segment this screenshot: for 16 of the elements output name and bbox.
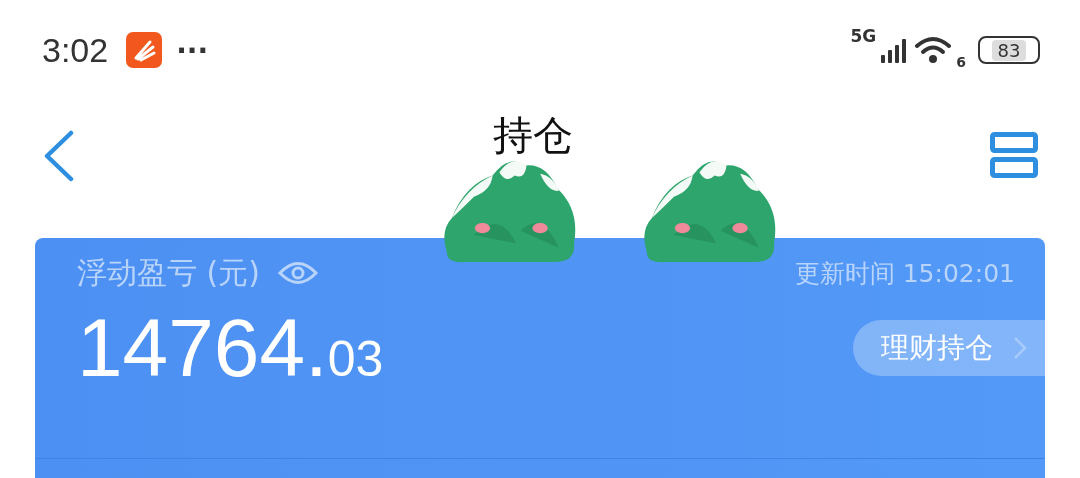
chevron-icon xyxy=(1013,336,1027,360)
profit-amount: 14764.03 xyxy=(77,301,384,395)
update-time: 更新时间 15:02:01 xyxy=(794,257,1015,290)
wifi-label: 6 xyxy=(956,54,966,70)
more-indicator: ··· xyxy=(176,33,209,67)
clock-time: 3:02 xyxy=(42,30,109,70)
battery-level: 83 xyxy=(991,39,1027,61)
menu-icon[interactable] xyxy=(990,132,1038,178)
wifi-icon xyxy=(914,35,953,65)
wealth-holdings-button[interactable]: 理财持仓 xyxy=(853,320,1045,376)
app-notification-icon xyxy=(126,32,163,68)
network-label: 5G xyxy=(850,26,877,46)
eye-icon[interactable] xyxy=(277,260,318,286)
profit-label: 浮动盈亏 (元) xyxy=(77,253,260,292)
page-title: 持仓 xyxy=(493,111,573,160)
back-icon[interactable] xyxy=(42,130,76,182)
